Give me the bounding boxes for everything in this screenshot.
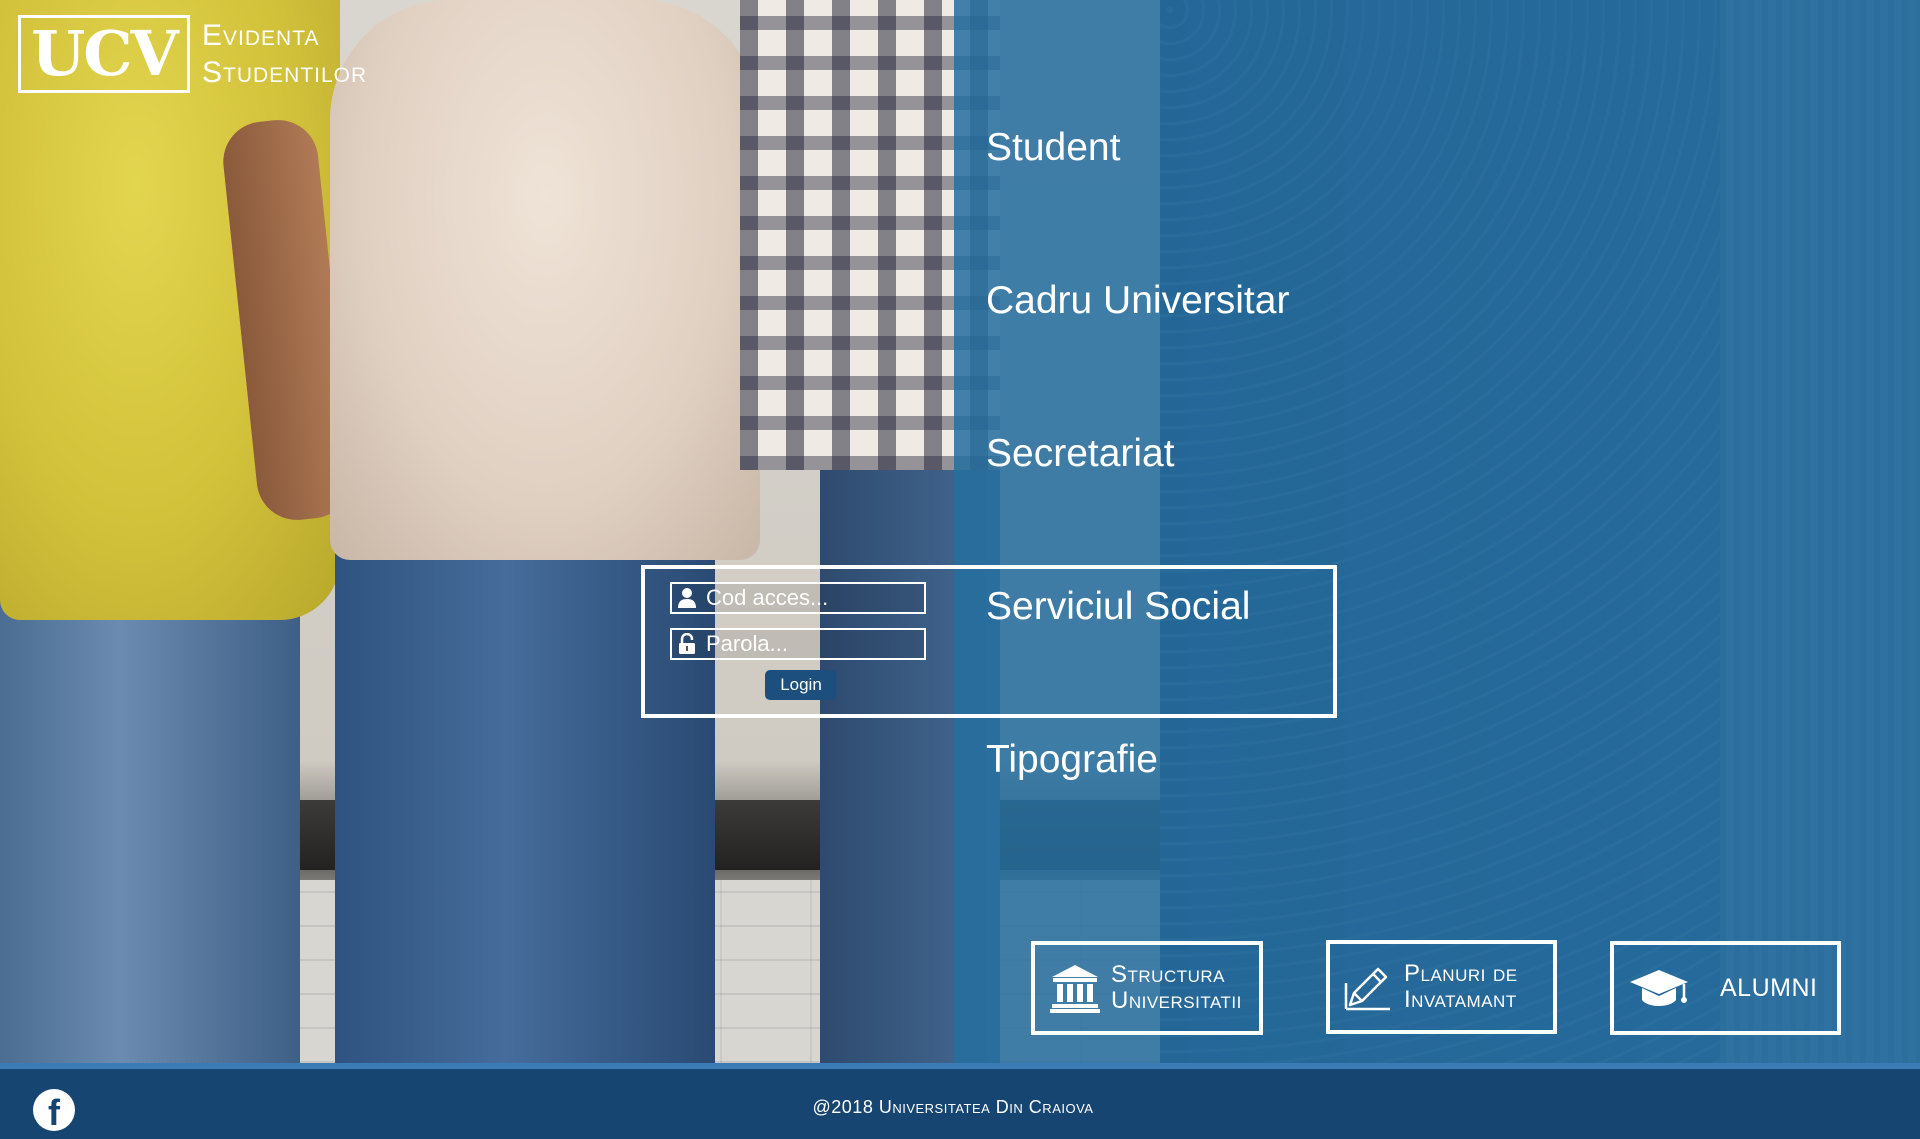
menu-item-secretariat[interactable]: Secretariat xyxy=(986,424,1289,577)
app-title: Evidenta Studentilor xyxy=(202,17,367,91)
structura-universitatii-button[interactable]: Structura Universitatii xyxy=(1031,941,1263,1035)
menu-item-tipografie[interactable]: Tipografie xyxy=(986,730,1289,883)
copyright-text: @2018 Universitatea Din Craiova xyxy=(812,1097,1094,1117)
app-title-line1: Evidenta xyxy=(202,19,320,52)
login-page: UCV Evidenta Studentilor Student Cadru U… xyxy=(0,0,1920,1139)
graduation-cap-icon xyxy=(1628,966,1690,1010)
role-menu: Student Cadru Universitar Secretariat Se… xyxy=(986,118,1289,883)
username-input[interactable] xyxy=(702,585,916,611)
pencil-icon xyxy=(1344,963,1392,1011)
alumni-label: ALUMNI xyxy=(1720,974,1818,1002)
login-form: Login xyxy=(670,582,926,700)
planuri-de-invatamant-button[interactable]: Planuri de Invatamant xyxy=(1326,940,1557,1034)
structura-universitatii-label: Structura Universitatii xyxy=(1111,961,1242,1014)
photo-person-jeans xyxy=(0,560,300,1063)
app-logo[interactable]: UCV Evidenta Studentilor xyxy=(18,15,367,93)
ucv-logo-mark: UCV xyxy=(18,15,190,93)
alumni-button[interactable]: ALUMNI xyxy=(1610,941,1841,1035)
footer: f @2018 Universitatea Din Craiova xyxy=(0,1063,1920,1139)
photo-person-sweater xyxy=(330,0,760,560)
menu-item-student[interactable]: Student xyxy=(986,118,1289,271)
password-input[interactable] xyxy=(702,631,916,657)
app-title-line2: Studentilor xyxy=(202,56,368,89)
menu-item-cadru-universitar[interactable]: Cadru Universitar xyxy=(986,271,1289,424)
lock-icon xyxy=(672,630,702,658)
user-icon xyxy=(672,584,702,612)
planuri-de-invatamant-label: Planuri de Invatamant xyxy=(1404,960,1518,1013)
password-field xyxy=(670,628,926,660)
login-button[interactable]: Login xyxy=(765,670,837,700)
username-field xyxy=(670,582,926,614)
institution-icon xyxy=(1049,962,1101,1014)
